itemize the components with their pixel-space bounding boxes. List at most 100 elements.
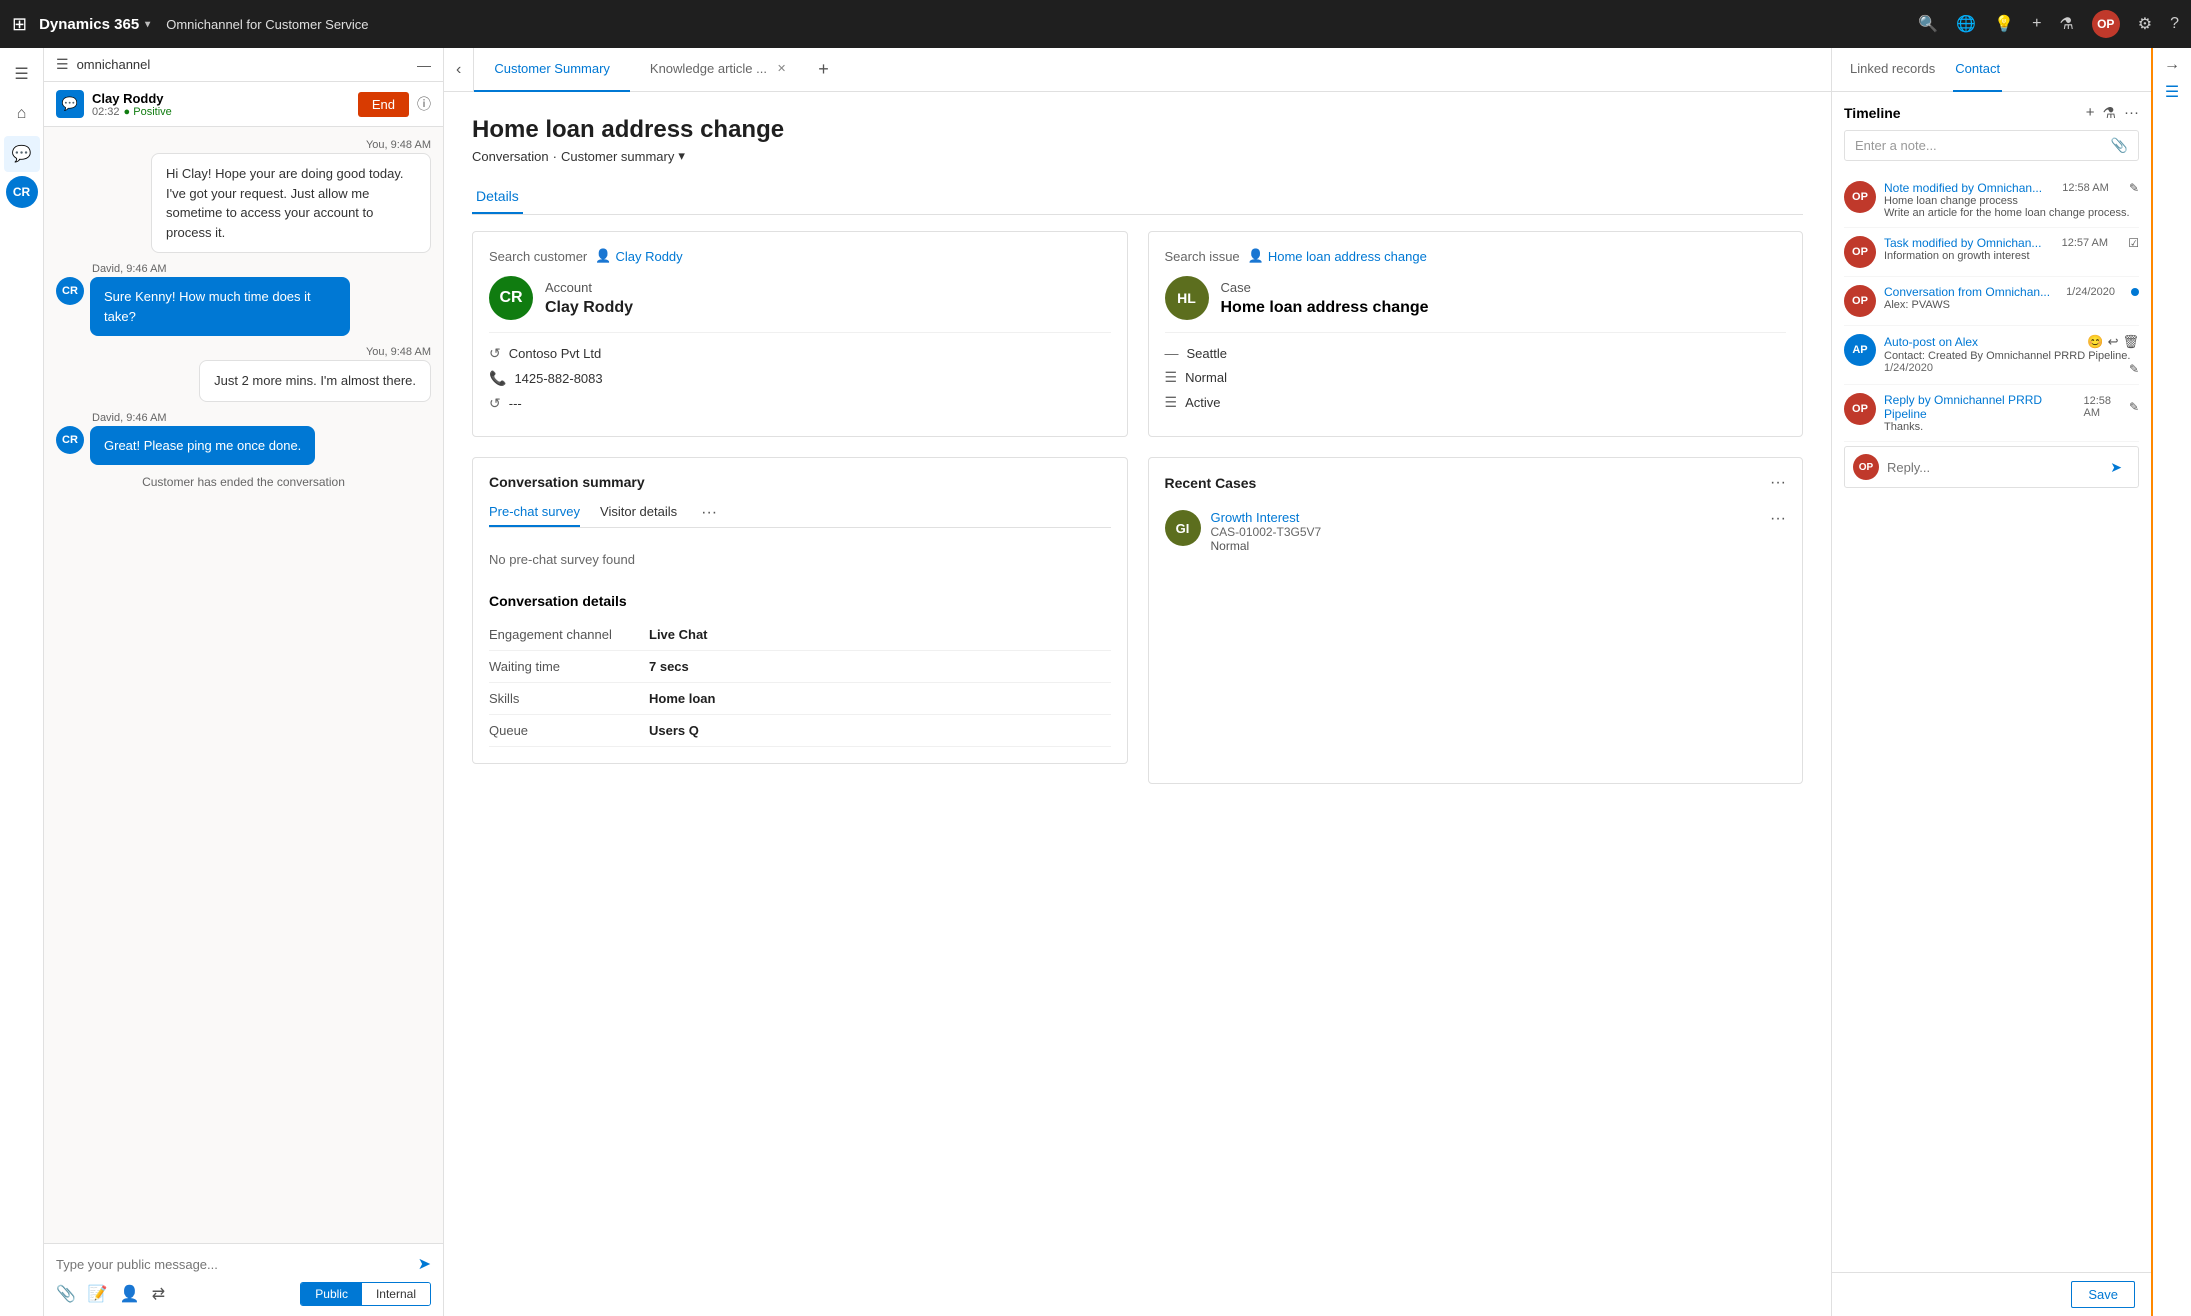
page-title: Home loan address change: [472, 116, 1803, 144]
tab-close-icon[interactable]: ✕: [777, 62, 786, 75]
cards-row-bottom: Conversation summary Pre-chat survey Vis…: [472, 457, 1803, 784]
tab-knowledge-article[interactable]: Knowledge article ... ✕: [630, 48, 806, 92]
company-icon: ↺: [489, 345, 501, 362]
sidebar-home-icon[interactable]: ⌂: [4, 96, 40, 132]
skills-label: Skills: [489, 691, 649, 706]
transfer-icon[interactable]: ⇄: [152, 1284, 165, 1304]
emoji-icon-4[interactable]: 😊: [2087, 334, 2103, 350]
chat-session[interactable]: 💬 Clay Roddy 02:32 ● Positive End ⓘ: [44, 82, 443, 127]
queue-value: Users Q: [649, 723, 699, 738]
topbar-icons: 🔍 🌐 💡 + ⚗ OP ⚙ ?: [1918, 10, 2179, 38]
add-tab-button[interactable]: +: [806, 48, 841, 92]
note-attach-icon[interactable]: 📎: [2111, 137, 2128, 154]
timeline-title-4[interactable]: Auto-post on Alex: [1884, 335, 1978, 349]
breadcrumb-chevron-icon: ▾: [678, 148, 685, 164]
msg-bubble-2: Sure Kenny! How much time does it take?: [90, 277, 350, 336]
back-button[interactable]: ‹: [444, 48, 474, 92]
timeline-edit-icon-5[interactable]: ✎: [2129, 400, 2139, 414]
customer-identity: CR Account Clay Roddy: [489, 276, 1111, 333]
brand-name[interactable]: Dynamics 365: [39, 16, 139, 33]
reply-icon-4[interactable]: ↩: [2108, 334, 2119, 350]
timeline-title-5[interactable]: Reply by Omnichannel PRRD Pipeline: [1884, 393, 2084, 421]
save-button[interactable]: Save: [2071, 1281, 2135, 1308]
brand-chevron-icon[interactable]: ▾: [145, 19, 150, 30]
delete-icon-4[interactable]: 🗑: [2122, 334, 2139, 350]
timeline-sub1-1: Home loan change process: [1884, 195, 2139, 207]
search-issue-link[interactable]: 👤 Home loan address change: [1248, 248, 1427, 264]
case-name: Home loan address change: [1221, 299, 1429, 317]
tab-customer-summary[interactable]: Customer Summary: [474, 48, 630, 92]
timeline-add-icon[interactable]: +: [2086, 104, 2095, 122]
recent-case-title[interactable]: Growth Interest: [1211, 510, 1761, 525]
priority-icon: ☰: [1165, 369, 1178, 386]
recent-case-avatar: GI: [1165, 510, 1201, 546]
case-label: Case: [1221, 280, 1429, 295]
search-customer-link[interactable]: 👤 Clay Roddy: [595, 248, 682, 264]
omnichannel-label: omnichannel: [77, 57, 409, 72]
recent-case-id: CAS-01002-T3G5V7: [1211, 525, 1761, 539]
details-tab-details[interactable]: Details: [472, 180, 523, 214]
timeline-title-3[interactable]: Conversation from Omnichan...: [1884, 285, 2050, 299]
sidebar-menu-icon[interactable]: ☰: [4, 56, 40, 92]
public-mode-button[interactable]: Public: [301, 1283, 362, 1305]
reply-send-button[interactable]: ➤: [2102, 455, 2130, 480]
timeline-check-icon-2[interactable]: ☑: [2128, 236, 2139, 250]
timeline-sub1-4: Contact: Created By Omnichannel PRRD Pip…: [1884, 350, 2139, 362]
timeline-filter-icon[interactable]: ⚗: [2103, 104, 2116, 122]
internal-mode-button[interactable]: Internal: [362, 1283, 430, 1305]
timeline-note-input[interactable]: Enter a note... 📎: [1844, 130, 2139, 161]
timeline-edit-icon-1[interactable]: ✎: [2129, 181, 2139, 195]
timeline-edit-icon-4[interactable]: ✎: [2129, 362, 2139, 376]
plus-icon[interactable]: +: [2032, 15, 2041, 33]
message-left-4: David, 9:46 AM CR Great! Please ping me …: [56, 412, 431, 466]
timeline-actions: + ⚗ ···: [2086, 104, 2139, 122]
lightbulb-icon[interactable]: 💡: [1994, 14, 2014, 34]
conv-tab-visitor[interactable]: Visitor details: [600, 498, 677, 527]
session-meta: 02:32 ● Positive: [92, 106, 350, 118]
note-icon[interactable]: 📝: [88, 1284, 108, 1304]
chat-collapse-icon[interactable]: —: [417, 57, 431, 73]
session-icon: 💬: [56, 90, 84, 118]
sidebar-avatar[interactable]: CR: [6, 176, 38, 208]
breadcrumb[interactable]: Conversation · Customer summary ▾: [472, 148, 1803, 164]
timeline-title-1[interactable]: Note modified by Omnichan...: [1884, 181, 2042, 195]
tab-contact[interactable]: Contact: [1953, 48, 2002, 92]
timeline-more-icon[interactable]: ···: [2124, 104, 2139, 122]
help-icon[interactable]: ?: [2170, 15, 2179, 33]
recent-cases-title: Recent Cases: [1165, 475, 1257, 491]
info-icon[interactable]: ⓘ: [417, 94, 431, 114]
tab-linked-records[interactable]: Linked records: [1848, 48, 1937, 92]
reply-input[interactable]: [1879, 451, 2102, 483]
status-icon: ☰: [1165, 394, 1178, 411]
globe-icon[interactable]: 🌐: [1956, 14, 1976, 34]
left-sidebar: ☰ ⌂ 💬 CR: [0, 48, 44, 1316]
timeline-title-2[interactable]: Task modified by Omnichan...: [1884, 236, 2041, 250]
search-icon[interactable]: 🔍: [1918, 14, 1938, 34]
case-status: ☰ Active: [1165, 394, 1787, 411]
timeline-sub1-2: Information on growth interest: [1884, 250, 2139, 262]
filter-icon[interactable]: ⚗: [2059, 14, 2073, 34]
msg-timestamp-2: David, 9:46 AM: [92, 263, 431, 275]
send-icon[interactable]: ➤: [418, 1254, 431, 1274]
conv-tab-prechat[interactable]: Pre-chat survey: [489, 498, 580, 527]
customer-card: Search customer 👤 Clay Roddy CR Account …: [472, 231, 1128, 437]
user-avatar[interactable]: OP: [2092, 10, 2120, 38]
attach-icon[interactable]: 📎: [56, 1284, 76, 1304]
waffle-icon[interactable]: ⊞: [12, 14, 27, 35]
brand: Dynamics 365 ▾: [39, 16, 150, 33]
message-left-2: David, 9:46 AM CR Sure Kenny! How much t…: [56, 263, 431, 336]
recent-cases-more-icon[interactable]: ···: [1770, 474, 1786, 492]
far-right-list-icon[interactable]: ☰: [2165, 82, 2179, 102]
person-icon[interactable]: 👤: [120, 1284, 140, 1304]
engagement-label: Engagement channel: [489, 627, 649, 642]
conv-tab-more-icon[interactable]: ···: [701, 504, 717, 522]
chat-menu-icon[interactable]: ☰: [56, 56, 69, 73]
settings-icon[interactable]: ⚙: [2138, 14, 2152, 34]
far-right-expand-icon[interactable]: →: [2164, 56, 2180, 74]
end-button[interactable]: End: [358, 92, 409, 117]
chat-input[interactable]: [56, 1257, 410, 1272]
recent-case-more-icon[interactable]: ···: [1770, 510, 1786, 528]
case-search-row: Search issue 👤 Home loan address change: [1165, 248, 1787, 264]
recent-cases-card: Recent Cases ··· GI Growth Interest CAS-…: [1148, 457, 1804, 784]
sidebar-chat-icon[interactable]: 💬: [4, 136, 40, 172]
